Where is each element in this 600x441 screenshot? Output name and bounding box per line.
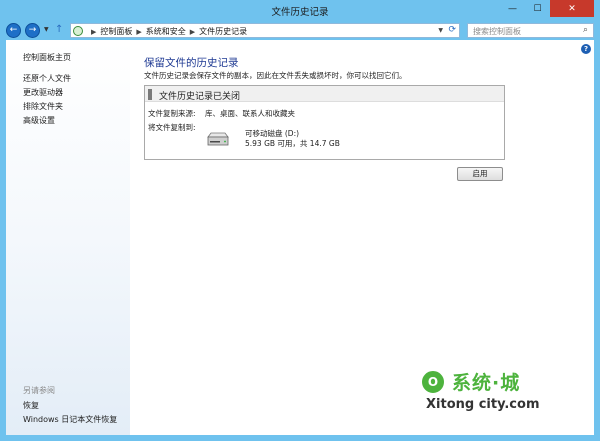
sidebar-item-restore[interactable]: 还原个人文件 [23,73,71,84]
status-panel: 文件历史记录已关闭 文件复制来源: 库、桌面、联系人和收藏夹 将文件复制到: 可… [144,85,505,160]
enable-button[interactable]: 启用 [457,167,503,181]
maximize-button[interactable]: ☐ [525,0,550,17]
back-button[interactable]: ← [6,23,21,38]
sidebar: 控制面板主页 还原个人文件 更改驱动器 排除文件夹 高级设置 另请参阅 恢复 W… [6,40,130,435]
breadcrumb-system-security[interactable]: 系统和安全 [146,26,186,37]
sidebar-item-journal-recovery[interactable]: Windows 日记本文件恢复 [23,414,117,425]
search-input[interactable]: 搜索控制面板 [473,26,521,37]
breadcrumb-control-panel[interactable]: 控制面板 [100,26,132,37]
breadcrumb: ▶ 控制面板 ▶ 系统和安全 ▶ 文件历史记录 [87,26,247,37]
address-bar[interactable]: ▶ 控制面板 ▶ 系统和安全 ▶ 文件历史记录 ▼ ⟳ [70,23,460,38]
copy-from-value: 库、桌面、联系人和收藏夹 [205,109,295,118]
up-button[interactable]: ↑ [55,24,63,35]
breadcrumb-separator-icon: ▶ [136,27,142,36]
removable-drive-icon [207,132,229,146]
breadcrumb-separator-icon: ▶ [91,27,97,36]
sidebar-item-change-drive[interactable]: 更改驱动器 [23,87,63,98]
search-icon[interactable]: ⌕ [583,25,588,35]
title-bar: 文件历史记录 — ☐ ✕ [0,0,600,22]
status-header: 文件历史记录已关闭 [145,86,504,102]
refresh-icon[interactable]: ⟳ [448,25,456,35]
copy-from-label: 文件复制来源: [148,109,196,118]
window-border [0,435,600,441]
minimize-button[interactable]: — [500,0,525,17]
search-box[interactable]: 搜索控制面板 ⌕ [467,23,594,38]
sidebar-item-exclude-folders[interactable]: 排除文件夹 [23,101,63,112]
sidebar-item-home[interactable]: 控制面板主页 [23,52,71,63]
navigation-bar: ← → ▼ ↑ ▶ 控制面板 ▶ 系统和安全 ▶ 文件历史记录 ▼ ⟳ 搜索控制… [0,22,600,40]
status-title: 文件历史记录已关闭 [159,92,241,102]
breadcrumb-file-history[interactable]: 文件历史记录 [199,26,247,37]
copy-to-label: 将文件复制到: [148,123,196,132]
page-title: 保留文件的历史记录 [144,57,239,69]
address-dropdown-icon[interactable]: ▼ [438,27,443,34]
see-also-label: 另请参阅 [23,386,55,395]
status-indicator [148,89,152,100]
watermark-text: 系统·城 [452,372,521,394]
sidebar-item-recovery[interactable]: 恢复 [23,400,39,411]
close-button[interactable]: ✕ [550,0,594,17]
sidebar-item-advanced[interactable]: 高级设置 [23,115,55,126]
drive-space: 5.93 GB 可用，共 14.7 GB [245,139,340,148]
page-description: 文件历史记录会保存文件的副本，因此在文件丢失或损坏时，你可以找回它们。 [144,71,407,80]
recent-pages-dropdown-icon[interactable]: ▼ [44,26,49,33]
watermark-logo-icon: O [420,369,446,395]
breadcrumb-separator-icon: ▶ [189,27,196,36]
control-panel-icon [73,26,83,36]
watermark-url: Xitong city.com [426,397,540,412]
window-controls: — ☐ ✕ [500,0,594,17]
forward-button[interactable]: → [25,23,40,38]
main-content: ? 保留文件的历史记录 文件历史记录会保存文件的副本，因此在文件丢失或损坏时，你… [130,40,594,435]
help-icon[interactable]: ? [581,44,591,54]
